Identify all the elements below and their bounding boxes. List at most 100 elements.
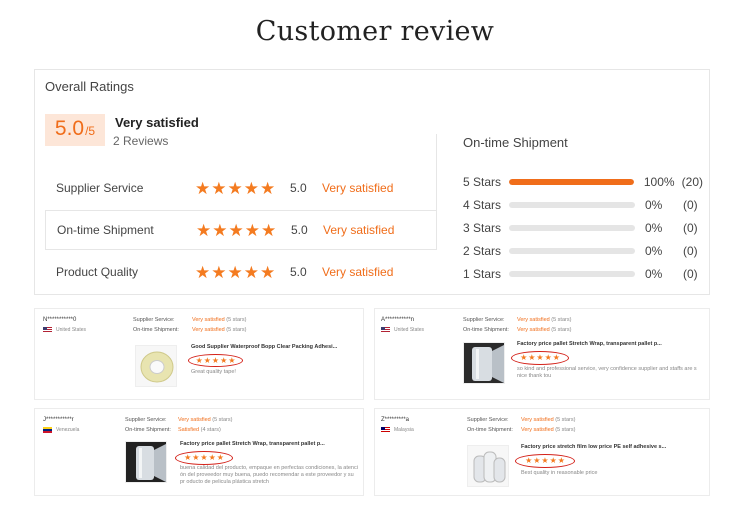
supplier-service-value: Very satisfied (5 stars) xyxy=(521,417,576,423)
metric-stars: ★ ★ ★ ★ ★ xyxy=(195,180,290,197)
star-icon: ★ xyxy=(208,453,216,462)
star-icon: ★ xyxy=(212,220,228,240)
reviewer-name: Z*********a xyxy=(381,417,410,423)
overall-verdict: Very satisfied xyxy=(115,115,199,130)
us-flag-icon xyxy=(43,327,52,333)
distribution-bar-fill xyxy=(508,179,634,185)
metric-stars: ★ ★ ★ ★ ★ xyxy=(195,264,290,281)
reviewer-country: United States xyxy=(381,327,424,333)
review-comment: buena calidad del producto, empaque en p… xyxy=(180,465,358,485)
distribution-bar xyxy=(509,225,635,231)
shipment-value: Satisfied (4 stars) xyxy=(178,427,221,433)
star-icon: ★ xyxy=(541,456,549,465)
star-icon: ★ xyxy=(544,353,552,362)
distribution-count: (0) xyxy=(683,198,698,212)
reviewer-country: United States xyxy=(43,327,86,333)
product-thumbnail[interactable] xyxy=(463,342,505,384)
stretch-wrap-icon xyxy=(136,444,166,482)
reviewer-country: Malaysia xyxy=(381,427,414,433)
star-icon: ★ xyxy=(211,262,227,282)
metric-label: Supplier Service xyxy=(56,181,144,195)
distribution-bar xyxy=(509,271,635,277)
distribution-percent: 100% xyxy=(643,175,675,189)
distribution-bar xyxy=(509,248,635,254)
metric-on-time-shipment: On-time Shipment ★ ★ ★ ★ ★ 5.0 Very satisfie… xyxy=(45,210,437,250)
star-icon: ★ xyxy=(195,355,203,365)
shipment-label: On-time Shipment: xyxy=(125,427,171,433)
star-icon: ★ xyxy=(228,355,236,365)
review-rating: ★ ★ ★ ★ ★ xyxy=(188,354,243,367)
shipment-value: Very satisfied (5 stars) xyxy=(192,327,247,333)
shipment-label: On-time Shipment: xyxy=(467,427,513,433)
distribution-label: 3 Stars xyxy=(463,221,502,235)
distribution-count: (20) xyxy=(681,175,703,189)
distribution-row-2: 2 Stars 0% (0) xyxy=(463,243,703,259)
star-icon: ★ xyxy=(220,355,228,365)
overall-score: 5.0 xyxy=(54,117,85,140)
stretch-wrap-icon xyxy=(472,345,504,383)
product-thumbnail[interactable] xyxy=(467,445,509,487)
star-icon: ★ xyxy=(557,456,565,465)
headline-text: Customer review xyxy=(255,16,495,47)
review-card: N***********0 United States Supplier Ser… xyxy=(34,308,364,400)
overall-score-badge: 5.0/5 xyxy=(45,114,105,146)
star-icon: ★ xyxy=(228,220,244,240)
distribution-label: 4 Stars xyxy=(463,198,502,212)
star-icon: ★ xyxy=(211,355,220,365)
malaysia-flag-icon xyxy=(381,427,390,433)
review-comment: Best quality in reasonable price xyxy=(521,470,598,476)
star-icon: ★ xyxy=(520,353,528,362)
shipment-value: Very satisfied (5 stars) xyxy=(521,427,576,433)
star-icon: ★ xyxy=(243,178,259,198)
country-name: United States xyxy=(394,327,425,333)
star-icon: ★ xyxy=(243,262,259,282)
star-icon: ★ xyxy=(192,453,200,462)
star-icon: ★ xyxy=(203,355,211,365)
distribution-percent: 0% xyxy=(645,198,663,212)
country-name: Venezuela xyxy=(56,427,80,433)
venezuela-flag-icon xyxy=(43,427,52,433)
star-icon: ★ xyxy=(184,453,192,462)
supplier-service-value: Very satisfied (5 stars) xyxy=(517,317,572,323)
star-icon: ★ xyxy=(227,262,243,282)
distribution-percent: 0% xyxy=(645,221,663,235)
metric-verdict: Very satisfied xyxy=(322,265,394,279)
reviewer-name: A***********n xyxy=(381,317,415,323)
panel-divider xyxy=(436,134,437,212)
star-icon: ★ xyxy=(549,456,557,465)
review-rating: ★ ★ ★ ★ ★ xyxy=(515,454,575,468)
product-title[interactable]: Factory price stretch film low price PE … xyxy=(521,444,666,450)
metric-label: On-time Shipment xyxy=(57,223,154,237)
star-icon: ★ xyxy=(528,353,536,362)
star-icon: ★ xyxy=(227,178,243,198)
review-count: 2 Reviews xyxy=(113,134,169,148)
shipment-distribution-title: On-time Shipment xyxy=(463,135,568,150)
shipment-label: On-time Shipment: xyxy=(133,327,179,333)
product-thumbnail[interactable] xyxy=(135,345,177,387)
reviewer-name: N***********0 xyxy=(43,317,77,323)
metric-product-quality: Product Quality ★ ★ ★ ★ ★ 5.0 Very satisfied xyxy=(45,252,437,292)
product-title[interactable]: Factory price pallet Stretch Wrap, trans… xyxy=(517,341,662,347)
distribution-bar xyxy=(509,202,635,208)
reviewer-country: Venezuela xyxy=(43,427,79,433)
product-thumbnail[interactable] xyxy=(125,441,167,483)
star-icon: ★ xyxy=(195,178,211,198)
star-icon: ★ xyxy=(260,262,276,282)
star-icon: ★ xyxy=(211,178,227,198)
metric-score: 5.0 xyxy=(290,181,307,195)
supplier-service-value: Very satisfied (5 stars) xyxy=(192,317,247,323)
product-title[interactable]: Good Supplier Waterproof Bopp Clear Pack… xyxy=(191,344,337,350)
country-name: United States xyxy=(56,327,87,333)
distribution-label: 1 Stars xyxy=(463,267,502,281)
star-icon: ★ xyxy=(195,262,211,282)
product-title[interactable]: Factory price pallet Stretch Wrap, trans… xyxy=(180,441,325,447)
distribution-percent: 0% xyxy=(645,267,663,281)
film-rolls-icon xyxy=(473,451,506,483)
metric-verdict: Very satisfied xyxy=(322,181,394,195)
supplier-service-label: Supplier Service: xyxy=(467,417,509,423)
shipment-label: On-time Shipment: xyxy=(463,327,509,333)
distribution-count: (0) xyxy=(683,221,698,235)
distribution-count: (0) xyxy=(683,244,698,258)
supplier-service-label: Supplier Service: xyxy=(133,317,175,323)
distribution-label: 5 Stars xyxy=(463,175,502,189)
